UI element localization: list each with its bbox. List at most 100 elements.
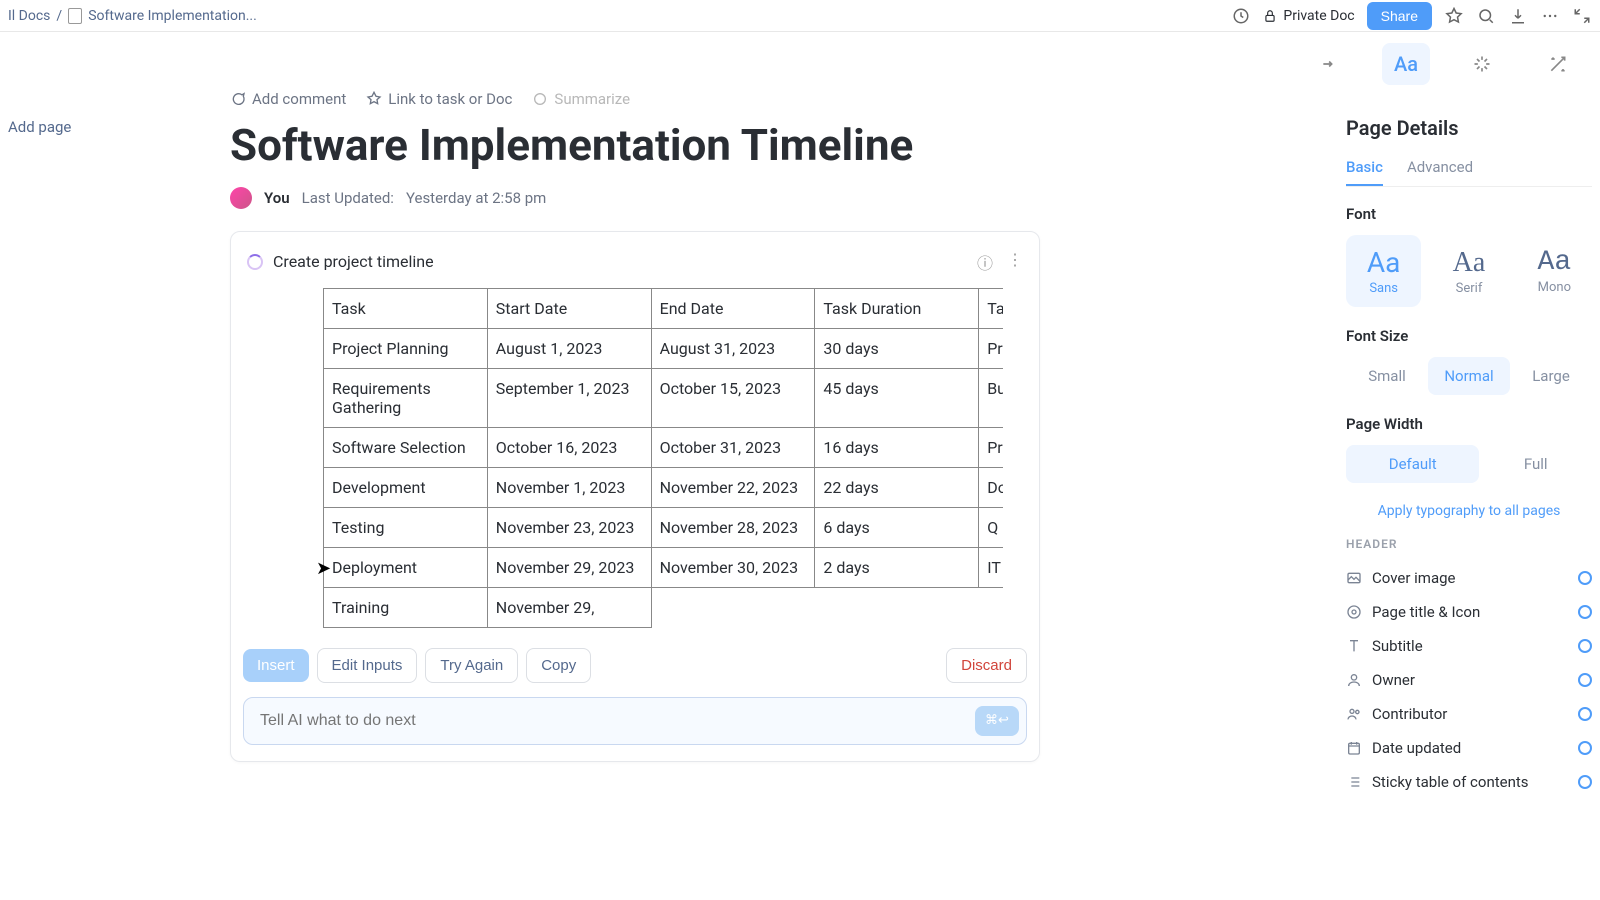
search-icon[interactable]	[1476, 6, 1496, 26]
table-cell[interactable]: November 29, 2023	[487, 547, 651, 587]
table-row[interactable]: DevelopmentNovember 1, 2023November 22, …	[324, 467, 1004, 507]
table-cell[interactable]: August 31, 2023	[651, 328, 815, 368]
table-row[interactable]: Project PlanningAugust 1, 2023August 31,…	[324, 328, 1004, 368]
size-normal[interactable]: Normal	[1428, 357, 1510, 395]
panel-title: Page Details	[1346, 116, 1592, 140]
breadcrumb-root[interactable]: Il Docs	[8, 8, 50, 24]
table-cell[interactable]: Project Planning	[324, 328, 488, 368]
info-icon[interactable]: ⓘ	[977, 250, 993, 274]
format-toolbar: Aa	[1288, 40, 1600, 88]
typography-tool[interactable]: Aa	[1382, 43, 1430, 85]
share-button[interactable]: Share	[1367, 2, 1432, 30]
table-row[interactable]: Requirements GatheringSeptember 1, 2023O…	[324, 368, 1004, 427]
table-cell[interactable]: Software Selection	[324, 427, 488, 467]
subtitle-item[interactable]: Subtitle	[1346, 629, 1592, 663]
add-page-button[interactable]: Add page	[8, 118, 92, 136]
table-cell[interactable]: November 23, 2023	[487, 507, 651, 547]
toggle-icon[interactable]	[1578, 639, 1592, 653]
indent-tool[interactable]	[1306, 43, 1354, 85]
sticky-toc-item[interactable]: Sticky table of contents	[1346, 765, 1592, 799]
privacy-indicator[interactable]: Private Doc	[1263, 8, 1354, 24]
table-cell[interactable]: 2 days	[815, 547, 979, 587]
table-cell[interactable]: Pr	[979, 328, 1003, 368]
tab-advanced[interactable]: Advanced	[1407, 158, 1473, 186]
table-cell[interactable]: Training	[324, 587, 488, 627]
history-icon[interactable]	[1231, 6, 1251, 26]
collapse-icon[interactable]	[1572, 6, 1592, 26]
table-cell[interactable]: November 1, 2023	[487, 467, 651, 507]
table-cell[interactable]: November 30, 2023	[651, 547, 815, 587]
table-cell[interactable]: Do	[979, 467, 1003, 507]
avatar[interactable]	[230, 187, 252, 209]
ai-input[interactable]	[243, 697, 1027, 745]
table-cell[interactable]: August 1, 2023	[487, 328, 651, 368]
table-cell[interactable]: November 28, 2023	[651, 507, 815, 547]
breadcrumb[interactable]: Il Docs / Software Implementation...	[8, 8, 257, 24]
table-cell[interactable]: 16 days	[815, 427, 979, 467]
timeline-table[interactable]: Task Start Date End Date Task Duration T…	[323, 288, 1003, 628]
table-cell[interactable]: Requirements Gathering	[324, 368, 488, 427]
table-cell[interactable]: 22 days	[815, 467, 979, 507]
table-cell[interactable]: Deployment	[324, 547, 488, 587]
table-cell[interactable]: Pr	[979, 427, 1003, 467]
size-large[interactable]: Large	[1510, 357, 1592, 395]
table-cell[interactable]: November 29,	[487, 587, 651, 627]
star-icon[interactable]	[1444, 6, 1464, 26]
magic-tool[interactable]	[1534, 43, 1582, 85]
page-details-panel: Page Details Basic Advanced Font Aa Sans…	[1330, 100, 1600, 815]
toggle-icon[interactable]	[1578, 707, 1592, 721]
table-cell[interactable]: October 15, 2023	[651, 368, 815, 427]
table-cell[interactable]: October 31, 2023	[651, 427, 815, 467]
table-cell[interactable]: IT	[979, 547, 1003, 587]
table-cell[interactable]: Testing	[324, 507, 488, 547]
summarize-button[interactable]: Summarize	[532, 90, 630, 108]
item-label: Sticky table of contents	[1372, 773, 1529, 791]
page-title[interactable]: Software Implementation Timeline	[230, 120, 1040, 171]
toggle-icon[interactable]	[1578, 605, 1592, 619]
download-icon[interactable]	[1508, 6, 1528, 26]
link-task-button[interactable]: Link to task or Doc	[366, 90, 512, 108]
table-cell[interactable]: Bu	[979, 368, 1003, 427]
discard-button[interactable]: Discard	[946, 648, 1027, 683]
table-cell[interactable]: 45 days	[815, 368, 979, 427]
table-cell[interactable]: 6 days	[815, 507, 979, 547]
date-updated-item[interactable]: Date updated	[1346, 731, 1592, 765]
contributor-item[interactable]: Contributor	[1346, 697, 1592, 731]
edit-inputs-button[interactable]: Edit Inputs	[317, 648, 418, 683]
table-cell[interactable]: Q	[979, 507, 1003, 547]
font-mono[interactable]: Aa Mono	[1517, 235, 1592, 307]
table-cell[interactable]: October 16, 2023	[487, 427, 651, 467]
width-full[interactable]: Full	[1479, 445, 1592, 483]
toggle-icon[interactable]	[1578, 571, 1592, 585]
table-row[interactable]: DeploymentNovember 29, 2023November 30, …	[324, 547, 1004, 587]
sparkle-tool[interactable]	[1458, 43, 1506, 85]
insert-button[interactable]: Insert	[243, 649, 309, 682]
try-again-button[interactable]: Try Again	[425, 648, 518, 683]
size-small[interactable]: Small	[1346, 357, 1428, 395]
add-comment-button[interactable]: Add comment	[230, 90, 346, 108]
breadcrumb-current[interactable]: Software Implementation...	[88, 8, 257, 24]
page-title-icon-item[interactable]: Page title & Icon	[1346, 595, 1592, 629]
table-row[interactable]: TestingNovember 23, 2023November 28, 202…	[324, 507, 1004, 547]
owner-item[interactable]: Owner	[1346, 663, 1592, 697]
toggle-icon[interactable]	[1578, 741, 1592, 755]
ai-input-row: ⌘↩	[243, 697, 1027, 745]
toggle-icon[interactable]	[1578, 673, 1592, 687]
kebab-icon[interactable]: ⋮	[1007, 250, 1023, 274]
more-icon[interactable]	[1540, 6, 1560, 26]
table-cell[interactable]: 30 days	[815, 328, 979, 368]
font-serif[interactable]: Aa Serif	[1431, 235, 1506, 307]
toggle-icon[interactable]	[1578, 775, 1592, 789]
table-row[interactable]: Software SelectionOctober 16, 2023Octobe…	[324, 427, 1004, 467]
font-sans[interactable]: Aa Sans	[1346, 235, 1421, 307]
copy-button[interactable]: Copy	[526, 648, 591, 683]
table-cell[interactable]: September 1, 2023	[487, 368, 651, 427]
ai-send-button[interactable]: ⌘↩	[975, 706, 1019, 736]
cover-image-item[interactable]: Cover image	[1346, 561, 1592, 595]
table-cell[interactable]: November 22, 2023	[651, 467, 815, 507]
table-row[interactable]: TrainingNovember 29,	[324, 587, 1004, 627]
tab-basic[interactable]: Basic	[1346, 158, 1383, 186]
apply-typography-link[interactable]: Apply typography to all pages	[1346, 503, 1592, 519]
table-cell[interactable]: Development	[324, 467, 488, 507]
width-default[interactable]: Default	[1346, 445, 1479, 483]
